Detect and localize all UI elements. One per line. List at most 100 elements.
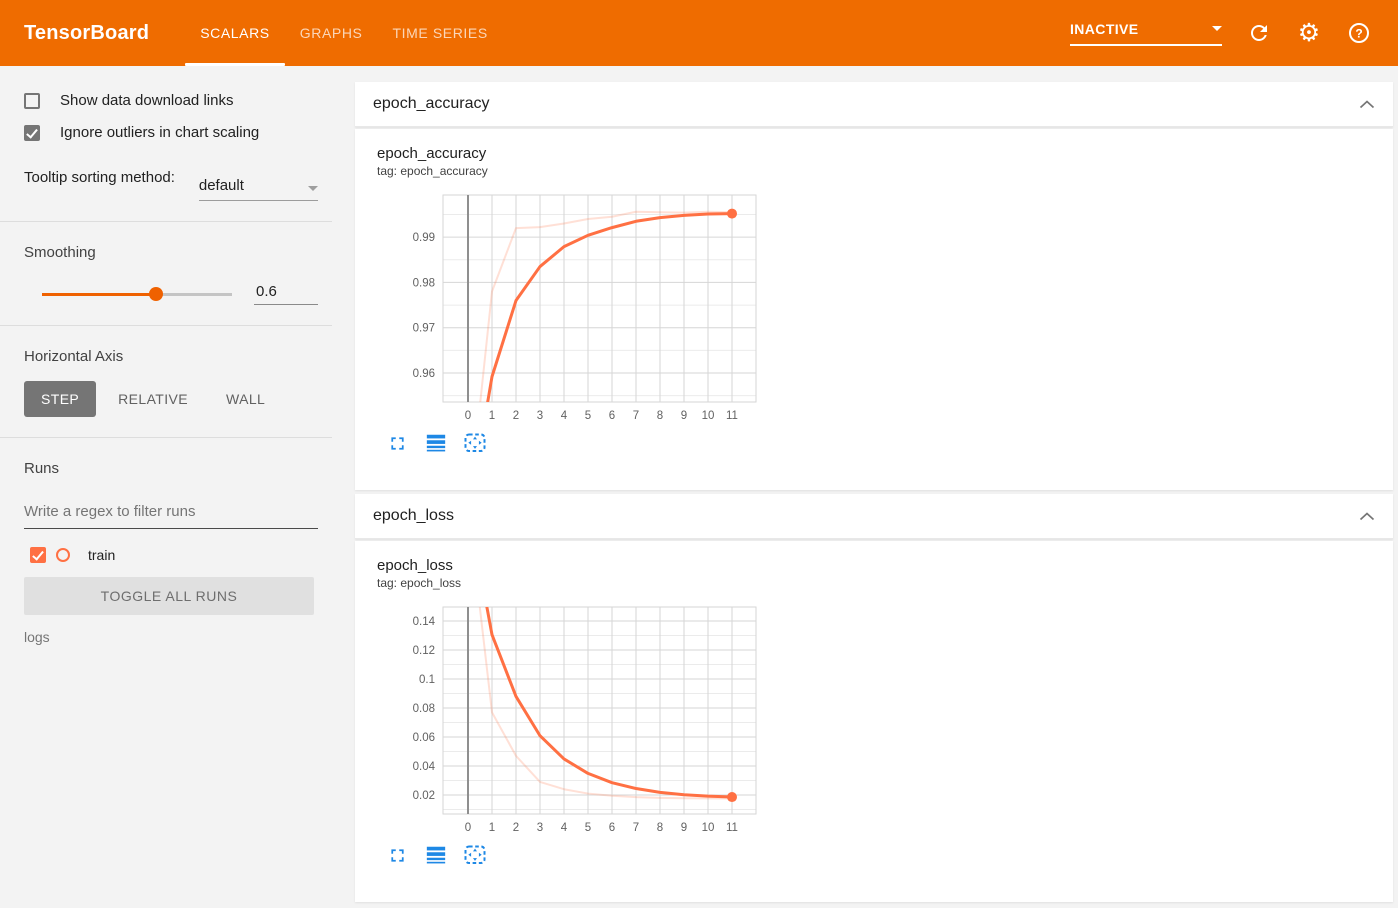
checkbox-label: Show data download links: [60, 92, 234, 109]
section-header[interactable]: epoch_accuracy: [355, 82, 1393, 127]
tab-time-series[interactable]: TIME SERIES: [377, 0, 502, 66]
svg-text:2: 2: [513, 822, 519, 834]
axis-relative-button[interactable]: RELATIVE: [118, 381, 188, 417]
chevron-down-icon: [308, 186, 318, 191]
run-label: train: [88, 547, 116, 563]
header-actions: INACTIVE ⚙ ?: [1070, 20, 1372, 46]
smoothing-slider[interactable]: [42, 286, 232, 302]
section-header[interactable]: epoch_loss: [355, 494, 1393, 539]
section-body: epoch_loss tag: epoch_loss 0.02 0.04 0.06 0…: [355, 541, 1393, 902]
tooltip-sorting-row: Tooltip sorting method: default: [24, 167, 318, 201]
svg-text:9: 9: [681, 822, 687, 834]
chart-tag: tag: epoch_loss: [377, 576, 462, 590]
chart-toolbar: [377, 431, 1393, 455]
chart-tag: tag: epoch_accuracy: [377, 164, 488, 178]
chart-title: epoch_accuracy: [377, 145, 487, 162]
svg-text:4: 4: [561, 410, 568, 422]
checkbox-unchecked-icon[interactable]: [24, 92, 40, 109]
log-scale-icon[interactable]: [424, 431, 448, 455]
help-icon[interactable]: ?: [1346, 20, 1372, 46]
svg-text:11: 11: [726, 410, 738, 422]
chart-toolbar: [377, 843, 1393, 867]
log-scale-icon[interactable]: [424, 843, 448, 867]
tooltip-sorting-label: Tooltip sorting method:: [24, 169, 175, 186]
chart-title: epoch_loss: [377, 557, 453, 574]
svg-text:0.99: 0.99: [413, 232, 435, 244]
runs-title: Runs: [24, 460, 60, 477]
svg-text:2: 2: [513, 410, 519, 422]
checkbox-label: Ignore outliers in chart scaling: [60, 124, 260, 141]
show-download-links-checkbox-row[interactable]: Show data download links: [24, 92, 318, 109]
svg-text:6: 6: [609, 822, 615, 834]
fit-domain-to-data-icon[interactable]: [463, 431, 487, 455]
app-header: TensorBoard SCALARS GRAPHS TIME SERIES I…: [0, 0, 1398, 66]
collapse-chevron-up-icon[interactable]: [1359, 511, 1375, 521]
slider-fill: [42, 293, 156, 296]
tab-scalars[interactable]: SCALARS: [185, 0, 285, 66]
svg-text:0: 0: [465, 410, 471, 422]
divider: [0, 325, 332, 326]
svg-text:0: 0: [465, 822, 471, 834]
collapse-chevron-up-icon[interactable]: [1359, 99, 1375, 109]
svg-text:8: 8: [657, 410, 663, 422]
reload-status-value: INACTIVE: [1070, 20, 1139, 37]
svg-text:1: 1: [489, 410, 495, 422]
smoothing-title: Smoothing: [24, 244, 96, 261]
horizontal-axis-title: Horizontal Axis: [24, 348, 124, 365]
main-content: epoch_accuracy epoch_accuracy tag: epoch…: [355, 82, 1393, 902]
svg-text:1: 1: [489, 822, 495, 834]
smoothing-value-input[interactable]: 0.6: [254, 283, 318, 305]
run-item-train[interactable]: train: [30, 547, 318, 563]
svg-text:11: 11: [726, 822, 738, 834]
svg-text:0.97: 0.97: [413, 323, 435, 335]
tooltip-sorting-select[interactable]: default: [198, 167, 318, 201]
svg-text:0.98: 0.98: [413, 277, 435, 289]
expand-chart-icon[interactable]: [385, 431, 409, 455]
scalar-chart-epoch-accuracy[interactable]: 0.96 0.97 0.98 0.99 0 1 2 3 4 5 6 7 8 9 10 11: [377, 191, 761, 427]
section-title: epoch_accuracy: [373, 95, 490, 112]
tab-graphs[interactable]: GRAPHS: [285, 0, 378, 66]
app-title: TensorBoard: [24, 21, 150, 44]
runs-logdir-label: logs: [24, 629, 50, 645]
svg-text:0.96: 0.96: [413, 368, 435, 380]
settings-gear-icon[interactable]: ⚙: [1296, 20, 1322, 46]
smoothing-row: 0.6: [24, 283, 318, 305]
axis-step-button[interactable]: STEP: [24, 381, 97, 417]
svg-text:3: 3: [537, 410, 543, 422]
svg-text:0.06: 0.06: [413, 732, 435, 744]
axis-wall-button[interactable]: WALL: [226, 381, 265, 417]
svg-text:8: 8: [657, 822, 663, 834]
svg-text:10: 10: [702, 410, 715, 422]
fit-domain-to-data-icon[interactable]: [463, 843, 487, 867]
section-body: epoch_accuracy tag: epoch_accuracy 0.96 0…: [355, 129, 1393, 490]
section-epoch-loss: epoch_loss epoch_loss tag: epoch_loss 0.…: [355, 494, 1393, 902]
svg-text:3: 3: [537, 822, 543, 834]
svg-text:0.1: 0.1: [419, 674, 435, 686]
svg-text:9: 9: [681, 410, 687, 422]
svg-text:7: 7: [633, 410, 639, 422]
toggle-all-runs-button[interactable]: TOGGLE ALL RUNS: [24, 577, 314, 615]
section-epoch-accuracy: epoch_accuracy epoch_accuracy tag: epoch…: [355, 82, 1393, 490]
svg-text:6: 6: [609, 410, 615, 422]
svg-text:0.12: 0.12: [413, 645, 435, 657]
svg-text:5: 5: [585, 822, 591, 834]
svg-text:5: 5: [585, 410, 591, 422]
expand-chart-icon[interactable]: [385, 843, 409, 867]
chevron-down-icon: [1212, 26, 1222, 31]
divider: [0, 437, 332, 438]
run-checkbox-checked-icon[interactable]: [30, 547, 46, 563]
scalar-chart-epoch-loss[interactable]: 0.02 0.04 0.06 0.08 0.1 0.12 0.14 0 1 2 3 4 5 6 7 8 9 10 1…: [377, 603, 761, 839]
run-color-circle-icon[interactable]: [56, 548, 70, 562]
ignore-outliers-checkbox-row[interactable]: Ignore outliers in chart scaling: [24, 124, 318, 141]
svg-text:10: 10: [702, 822, 715, 834]
refresh-icon[interactable]: [1246, 20, 1272, 46]
settings-sidebar: Show data download links Ignore outliers…: [0, 66, 332, 908]
svg-text:0.04: 0.04: [413, 761, 436, 773]
horizontal-axis-buttons: STEP RELATIVE WALL: [24, 381, 318, 417]
runs-filter-input[interactable]: [24, 497, 318, 529]
svg-text:?: ?: [1355, 26, 1362, 40]
slider-thumb[interactable]: [149, 287, 163, 301]
reload-status-select[interactable]: INACTIVE: [1070, 21, 1222, 46]
svg-text:0.14: 0.14: [413, 616, 436, 628]
checkbox-checked-icon[interactable]: [24, 124, 40, 141]
